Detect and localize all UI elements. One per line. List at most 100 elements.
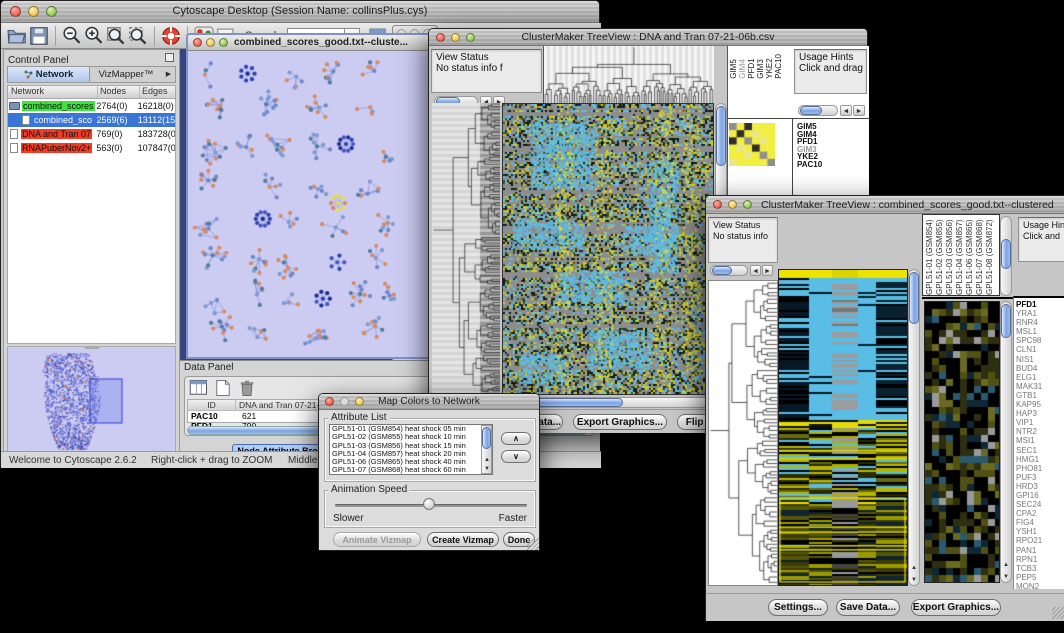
tv2-gene-label[interactable]: YRA1 bbox=[1014, 309, 1064, 318]
tv2-column-label[interactable]: GPL51-01 (GSM854) bbox=[926, 217, 934, 295]
scroll-down-icon[interactable]: ▼ bbox=[1003, 574, 1009, 580]
tv2-zoom-vscrollbar[interactable]: ▲▼ bbox=[1000, 301, 1012, 583]
animate-vizmap-button[interactable]: Animate Vizmap bbox=[333, 532, 421, 547]
tv2-gene-label[interactable]: RPO21 bbox=[1014, 536, 1064, 545]
tv1-row-dendrogram[interactable] bbox=[432, 103, 500, 395]
tv1-column-label[interactable]: PAC10 bbox=[775, 54, 783, 79]
attribute-list-scrollbar[interactable]: ▲ ▼ bbox=[481, 425, 492, 474]
tv2-gene-label[interactable]: GPI16 bbox=[1014, 491, 1064, 500]
tv2-gene-label[interactable]: RPN1 bbox=[1014, 555, 1064, 564]
minimize-icon[interactable] bbox=[206, 38, 215, 47]
tv1-heatmap[interactable] bbox=[502, 103, 714, 395]
tv2-column-label[interactable]: GPL51-06 (GSM865) bbox=[966, 217, 974, 295]
tv1-gene-label[interactable]: PAC10 bbox=[795, 161, 822, 169]
tv2-gene-label[interactable]: PHO81 bbox=[1014, 464, 1064, 473]
new-attribute-icon[interactable] bbox=[213, 379, 235, 401]
zoom-window-icon[interactable] bbox=[219, 38, 228, 47]
tv1-mini-heatmap[interactable] bbox=[729, 123, 775, 166]
tv2-gene-label[interactable]: KAP95 bbox=[1014, 400, 1064, 409]
tv2-gene-label[interactable]: SPC98 bbox=[1014, 336, 1064, 345]
tv2-save-data-button[interactable]: Save Data... bbox=[836, 599, 900, 616]
tv2-gene-label[interactable]: MAK31 bbox=[1014, 382, 1064, 391]
zoom-fit-icon[interactable] bbox=[105, 25, 127, 47]
birdseye-canvas[interactable] bbox=[8, 347, 175, 454]
tab-network[interactable]: Network bbox=[8, 67, 90, 82]
tv2-gene-label[interactable]: SEC1 bbox=[1014, 446, 1064, 455]
tv2-gene-label[interactable]: FIG4 bbox=[1014, 518, 1064, 527]
data-col-id[interactable]: ID bbox=[188, 400, 236, 410]
tv2-settings-button[interactable]: Settings... bbox=[768, 599, 828, 616]
col-edges[interactable]: Edges bbox=[140, 86, 175, 98]
tv2-gene-label[interactable]: HAP3 bbox=[1014, 409, 1064, 418]
birdseye-view[interactable] bbox=[7, 346, 176, 455]
network-frame-titlebar[interactable]: combined_scores_good.txt--cluste... bbox=[188, 35, 431, 51]
tv1-column-label[interactable]: PFD1 bbox=[748, 54, 756, 79]
tv2-gene-label[interactable]: SEC24 bbox=[1014, 500, 1064, 509]
scroll-left-icon[interactable]: ◄ bbox=[750, 265, 761, 276]
tv1-column-label[interactable]: GIM3 bbox=[757, 54, 765, 79]
network-table-row[interactable]: DNA and Tran 07 769(0) 183728(0) bbox=[8, 127, 175, 141]
network-table-row[interactable]: RNAPuberNov2+ 563(0) 107847(0) bbox=[8, 141, 175, 155]
move-up-button[interactable]: ∧ bbox=[501, 432, 531, 445]
tv2-labels-scrollbar[interactable] bbox=[1000, 216, 1012, 296]
tv2-gene-label[interactable]: MSL1 bbox=[1014, 327, 1064, 336]
tv2-column-label[interactable]: GPL51-07 (GSM868) bbox=[976, 217, 984, 295]
treeview2-titlebar[interactable]: ClusterMaker TreeView : combined_scores_… bbox=[706, 196, 1064, 214]
tv2-row-dendrogram[interactable] bbox=[708, 280, 778, 586]
scroll-up-icon[interactable]: ▲ bbox=[484, 457, 490, 463]
zoom-out-icon[interactable] bbox=[61, 25, 83, 47]
tv2-export-graphics-button[interactable]: Export Graphics... bbox=[911, 599, 1001, 616]
main-titlebar[interactable]: Cytoscape Desktop (Session Name: collins… bbox=[1, 1, 599, 23]
tv2-gene-label[interactable]: NTR2 bbox=[1014, 427, 1064, 436]
network-canvas[interactable] bbox=[188, 51, 429, 357]
tv1-usage-scrollbar[interactable] bbox=[798, 105, 838, 116]
resize-grip[interactable] bbox=[1052, 607, 1064, 619]
tv2-gene-label[interactable]: CLN1 bbox=[1014, 345, 1064, 354]
tv2-heatmap[interactable] bbox=[778, 269, 908, 586]
scroll-right-icon[interactable]: ► bbox=[762, 265, 773, 276]
tab-overflow-arrow-icon[interactable]: ▶ bbox=[162, 67, 175, 82]
resize-grip[interactable] bbox=[527, 538, 539, 550]
move-down-button[interactable]: ∨ bbox=[501, 450, 531, 463]
tv2-gene-label[interactable]: GTB1 bbox=[1014, 391, 1064, 400]
tv2-gene-label[interactable]: VIP1 bbox=[1014, 418, 1064, 427]
delete-attribute-icon[interactable] bbox=[237, 379, 259, 401]
tv2-zoom-heatmap[interactable] bbox=[924, 301, 1000, 583]
tv2-gene-label[interactable]: HMG1 bbox=[1014, 455, 1064, 464]
scroll-left-icon[interactable]: ◄ bbox=[840, 105, 852, 116]
tv2-heatmap-vscrollbar[interactable]: ▲▼ bbox=[908, 269, 920, 586]
help-icon[interactable] bbox=[160, 25, 182, 47]
tv2-column-label[interactable]: GPL51-02 (GSM855) bbox=[936, 217, 944, 295]
attribute-list-item[interactable]: GPL51-07 (GSM868) heat shock 60 min bbox=[330, 466, 478, 474]
zoom-in-icon[interactable] bbox=[83, 25, 105, 47]
tv2-column-label[interactable]: GPL51-04 (GSM857) bbox=[956, 217, 964, 295]
tv2-gene-label[interactable]: NIS1 bbox=[1014, 355, 1064, 364]
tv1-column-label[interactable]: YKE2 bbox=[766, 54, 774, 79]
col-nodes[interactable]: Nodes bbox=[98, 86, 140, 98]
zoom-selected-icon[interactable] bbox=[127, 25, 149, 47]
select-attributes-icon[interactable] bbox=[189, 379, 211, 401]
tv2-gene-label[interactable]: MSI1 bbox=[1014, 436, 1064, 445]
tv1-export-graphics-button[interactable]: Export Graphics... bbox=[573, 414, 667, 430]
scroll-down-icon[interactable]: ▼ bbox=[911, 577, 917, 583]
open-folder-icon[interactable] bbox=[6, 25, 28, 47]
network-table-row[interactable]: combined_sco 2569(6) 13112(15) bbox=[8, 113, 175, 127]
tv2-gene-label[interactable]: PEP5 bbox=[1014, 573, 1064, 582]
tab-vizmapper[interactable]: VizMapper™ bbox=[90, 67, 162, 82]
tv1-column-dendrogram[interactable] bbox=[543, 46, 714, 103]
tv2-status-scrollbar[interactable] bbox=[710, 265, 748, 276]
tv2-gene-label[interactable]: MON2 bbox=[1014, 582, 1064, 589]
tv2-column-label[interactable]: GPL51-08 (GSM872) bbox=[986, 217, 994, 295]
close-icon[interactable] bbox=[193, 38, 202, 47]
col-network[interactable]: Network bbox=[8, 86, 98, 98]
float-panel-icon[interactable] bbox=[165, 53, 174, 62]
scroll-right-icon[interactable]: ► bbox=[853, 105, 865, 116]
scroll-up-icon[interactable]: ▲ bbox=[911, 565, 917, 571]
tv2-gene-label[interactable]: YSH1 bbox=[1014, 527, 1064, 536]
save-icon[interactable] bbox=[28, 25, 50, 47]
attribute-listbox[interactable]: GPL51-01 (GSM854) heat shock 05 minGPL51… bbox=[329, 424, 493, 475]
create-vizmap-button[interactable]: Create Vizmap bbox=[427, 532, 499, 547]
scroll-down-icon[interactable]: ▼ bbox=[484, 466, 490, 472]
tv1-column-label[interactable]: GIM5 bbox=[730, 54, 738, 79]
tv2-gene-label[interactable]: BUD4 bbox=[1014, 364, 1064, 373]
